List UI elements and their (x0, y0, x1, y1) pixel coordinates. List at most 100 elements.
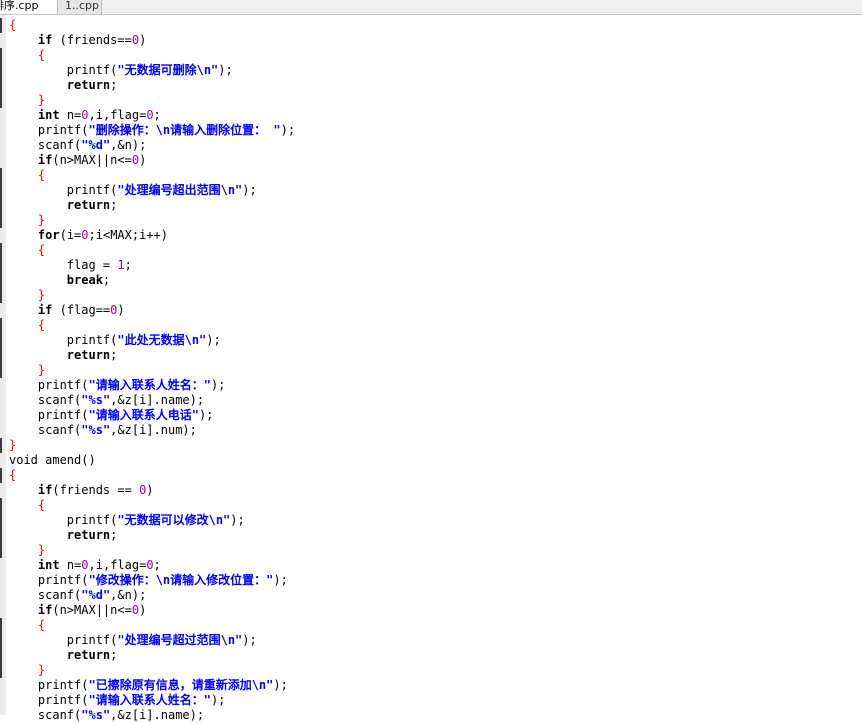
code-line[interactable]: if(friends == 0) (9, 483, 862, 498)
code-line[interactable]: } (9, 543, 862, 558)
code-token: printf( (37, 123, 89, 137)
code-line[interactable]: } (9, 663, 862, 678)
code-token: ; (102, 273, 111, 287)
code-line[interactable]: } (9, 363, 862, 378)
code-token: } (37, 288, 46, 302)
code-token: "无数据可删除\n" (117, 63, 219, 77)
code-token: 0 (131, 603, 140, 617)
code-line[interactable]: void amend() (9, 453, 862, 468)
code-line[interactable]: flag = 1; (9, 258, 862, 273)
code-line[interactable]: { (9, 168, 862, 183)
code-line[interactable]: return; (9, 198, 862, 213)
code-token: ); (206, 333, 221, 347)
code-line[interactable]: printf("此处无数据\n"); (9, 333, 862, 348)
code-token: ; (124, 258, 132, 272)
code-line[interactable]: scanf("%s",&z[i].num); (9, 423, 862, 438)
code-token: printf( (66, 633, 118, 647)
code-line[interactable]: return; (9, 78, 862, 93)
code-token: int (37, 108, 60, 122)
code-line[interactable]: printf("处理编号超过范围\n"); (9, 633, 862, 648)
code-line[interactable]: { (9, 48, 862, 63)
code-line[interactable]: { (9, 468, 862, 483)
tab-1-cpp[interactable]: 1..cpp (58, 0, 102, 14)
code-token: ); (230, 513, 245, 527)
code-line[interactable]: scanf("%d",&n); (9, 138, 862, 153)
code-line[interactable]: printf("修改操作：\n请输入修改位置："); (9, 573, 862, 588)
code-token: ,&z[i].name); (110, 393, 205, 407)
code-token: ); (210, 693, 226, 707)
code-token: } (37, 213, 46, 227)
code-token: for (37, 228, 60, 242)
code-line[interactable]: if (friends==0) (9, 33, 862, 48)
code-token: 1 (117, 258, 125, 272)
code-line[interactable]: if(n>MAX||n<=0) (9, 603, 862, 618)
code-line[interactable]: for(i=0;i<MAX;i++) (9, 228, 862, 243)
code-line[interactable]: { (9, 243, 862, 258)
code-line[interactable]: printf("请输入联系人姓名："); (9, 693, 862, 708)
code-token: ,&n); (110, 138, 147, 152)
tab-bar: 排序.cpp 1..cpp (0, 0, 862, 15)
code-line[interactable]: int n=0,i,flag=0; (9, 108, 862, 123)
code-line[interactable]: printf("无数据可以修改\n"); (9, 513, 862, 528)
code-token: } (37, 363, 46, 377)
code-line[interactable]: if(n>MAX||n<=0) (9, 153, 862, 168)
code-line[interactable]: return; (9, 348, 862, 363)
code-token: int (37, 558, 60, 572)
code-token: "%s" (81, 393, 111, 407)
code-line[interactable]: { (9, 318, 862, 333)
code-token: } (37, 543, 46, 557)
code-line[interactable]: printf("删除操作：\n请输入删除位置： "); (9, 123, 862, 138)
code-line[interactable]: printf("处理编号超出范围\n"); (9, 183, 862, 198)
code-token: if (37, 153, 53, 167)
code-line[interactable]: } (9, 288, 862, 303)
code-line[interactable]: int n=0,i,flag=0; (9, 558, 862, 573)
code-line[interactable]: scanf("%s",&z[i].name); (9, 708, 862, 723)
fold-marker[interactable] (0, 18, 2, 33)
code-token: (n>MAX||n<= (52, 153, 132, 167)
code-line[interactable]: } (9, 213, 862, 228)
code-line[interactable]: } (9, 93, 862, 108)
code-line[interactable]: printf("请输入联系人姓名："); (9, 378, 862, 393)
code-line[interactable]: printf("无数据可删除\n"); (9, 63, 862, 78)
code-line[interactable]: scanf("%s",&z[i].name); (9, 393, 862, 408)
code-line[interactable]: } (9, 438, 862, 453)
code-token: "删除操作：\n请输入删除位置： " (88, 123, 281, 137)
code-line[interactable]: break; (9, 273, 862, 288)
code-token: (i= (59, 228, 82, 242)
code-line[interactable]: scanf("%d",&n); (9, 588, 862, 603)
code-line[interactable]: printf("请输入联系人电话"); (9, 408, 862, 423)
code-line[interactable]: if (flag==0) (9, 303, 862, 318)
code-token: ); (280, 123, 296, 137)
code-token: 0 (81, 228, 89, 242)
code-line[interactable]: printf("已擦除原有信息，请重新添加\n"); (9, 678, 862, 693)
code-token: { (37, 618, 46, 632)
code-token: printf( (66, 513, 118, 527)
fold-marker[interactable] (0, 468, 2, 483)
code-token: printf( (37, 678, 89, 692)
code-token: (friends == (52, 483, 140, 497)
code-line[interactable]: return; (9, 528, 862, 543)
code-editor[interactable]: { if (friends==0) { printf("无数据可删除\n"); … (0, 15, 862, 722)
code-area[interactable]: { if (friends==0) { printf("无数据可删除\n"); … (9, 18, 862, 723)
code-token: { (9, 18, 17, 32)
code-token: ) (117, 303, 125, 317)
tab-sort-cpp[interactable]: 排序.cpp (0, 0, 58, 14)
code-line[interactable]: { (9, 18, 862, 33)
code-line[interactable]: { (9, 618, 862, 633)
code-line[interactable]: return; (9, 648, 862, 663)
code-token: scanf( (37, 393, 82, 407)
code-line[interactable]: { (9, 498, 862, 513)
code-token: if (37, 303, 53, 317)
fold-margin[interactable] (0, 15, 6, 715)
code-token: scanf( (37, 708, 82, 722)
